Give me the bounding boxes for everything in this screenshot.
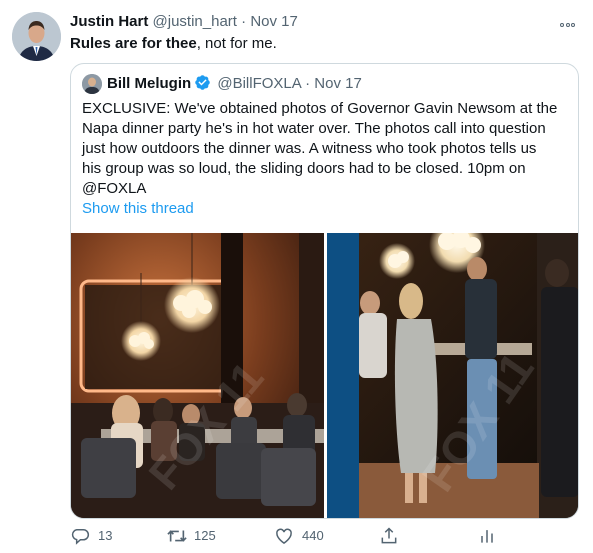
quoted-date[interactable]: Nov 17	[314, 75, 362, 92]
retweet-icon	[167, 530, 187, 542]
quoted-photo-1[interactable]: FOX 11	[71, 233, 324, 518]
share-button[interactable]	[379, 526, 401, 546]
tweet-text-rest: , not for me.	[196, 35, 277, 52]
author-handle[interactable]: @justin_hart	[153, 13, 237, 30]
quoted-text: EXCLUSIVE: We've obtained photos of Gove…	[82, 99, 572, 199]
quoted-text-line: just how outdoors the dinner was. A witn…	[82, 140, 537, 157]
quoted-text-line: his group was so loud, the sliding doors…	[82, 160, 526, 177]
quoted-photo-2[interactable]: FOX 11	[327, 233, 578, 518]
analytics-icon	[481, 530, 493, 543]
tweet-actions: 13 125 440	[0, 520, 593, 553]
tweet[interactable]: Justin Hart @justin_hart · Nov 17 Rules …	[0, 0, 593, 553]
analytics-button[interactable]	[477, 526, 499, 546]
quoted-author-avatar	[82, 74, 102, 94]
reply-icon	[71, 529, 90, 545]
verified-badge-icon	[194, 74, 211, 91]
quoted-text-line: Napa dinner party he's in hot water over…	[82, 120, 546, 137]
author-name[interactable]: Justin Hart	[70, 13, 148, 30]
more-icon[interactable]	[560, 14, 580, 28]
reply-count: 13	[98, 528, 113, 543]
tweet-text: Rules are for thee, not for me.	[70, 34, 277, 54]
share-icon	[381, 527, 397, 544]
heart-icon	[276, 528, 292, 544]
tweet-header: Justin Hart @justin_hart · Nov 17	[70, 12, 298, 32]
like-count: 440	[302, 528, 324, 543]
quoted-text-line: EXCLUSIVE: We've obtained photos of Gove…	[82, 100, 558, 117]
like-button[interactable]: 440	[274, 526, 344, 546]
separator: ·	[241, 13, 247, 30]
quoted-author-name[interactable]: Bill Melugin	[107, 75, 191, 92]
tweet-date[interactable]: Nov 17	[250, 13, 298, 30]
retweet-count: 125	[194, 528, 216, 543]
quoted-author-handle[interactable]: @BillFOXLA	[217, 75, 301, 92]
retweet-button[interactable]: 125	[166, 526, 236, 546]
quoted-tweet[interactable]: Bill Melugin @BillFOXLA · Nov 17 EXCLUSI…	[70, 63, 579, 519]
tweet-text-bold: Rules are for thee	[70, 35, 197, 52]
quoted-header: Bill Melugin @BillFOXLA · Nov 17	[107, 74, 362, 94]
reply-button[interactable]: 13	[70, 526, 130, 546]
author-avatar[interactable]	[12, 12, 61, 61]
show-thread-link[interactable]: Show this thread	[82, 199, 194, 219]
quoted-separator: ·	[305, 75, 311, 92]
quoted-text-line[interactable]: @FOXLA	[82, 179, 572, 199]
